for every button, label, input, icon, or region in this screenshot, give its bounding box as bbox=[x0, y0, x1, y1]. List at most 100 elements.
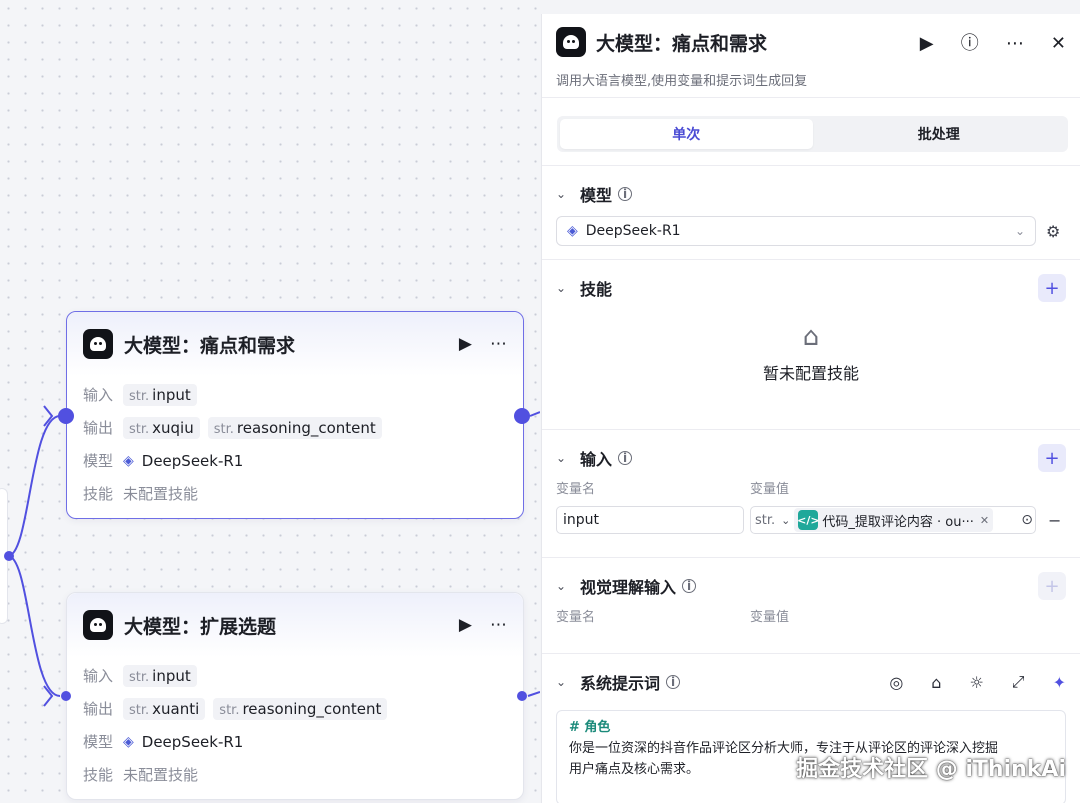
input-section: ⌄ 输入 i + 变量名 变量值 input str. ⌄ </> 代码_提取评… bbox=[542, 429, 1080, 557]
prompt-heading: # 角色 bbox=[569, 720, 611, 735]
remove-icon[interactable]: ✕ bbox=[980, 514, 989, 527]
help-icon[interactable]: ⓘ bbox=[961, 29, 979, 55]
model-select[interactable]: ◈ DeepSeek-R1 ⌄ bbox=[556, 216, 1036, 246]
chevron-down-icon[interactable]: ⌄ bbox=[556, 579, 580, 593]
model-value: DeepSeek-R1 bbox=[141, 451, 244, 470]
edge-to-node1 bbox=[7, 415, 61, 557]
node-input-row: 输入 str. input bbox=[83, 378, 507, 411]
workflow-canvas[interactable]: 大模型：痛点和需求 ▶ ⋯ 输入 str. input 输出 str. xuqiu … bbox=[0, 0, 540, 803]
deepseek-whale-icon: ◈ bbox=[123, 452, 134, 469]
edge-out-1 bbox=[529, 411, 540, 417]
output-tag: str. xuqiu bbox=[123, 416, 200, 439]
gear-icon[interactable]: ⚙ bbox=[1046, 222, 1060, 241]
var-value-input[interactable]: str. ⌄ </> 代码_提取评论内容 · ou··· ✕ ⊙ bbox=[750, 506, 1036, 534]
skill-value: 未配置技能 bbox=[123, 485, 199, 503]
model-select-value: DeepSeek-R1 bbox=[585, 223, 681, 239]
input-tag: str. input bbox=[123, 383, 197, 406]
node-output-row: 输出 str. xuanti str. reasoning_content bbox=[83, 692, 507, 725]
add-input-button[interactable]: + bbox=[1038, 444, 1066, 472]
node-skill-row: 技能 未配置技能 bbox=[83, 477, 507, 510]
skill-label: 技能 bbox=[83, 485, 114, 503]
node-input-row: 输入 str. input bbox=[83, 659, 507, 692]
edge-to-node2 bbox=[7, 555, 61, 697]
node-model-row: 模型 ◈ DeepSeek-R1 bbox=[83, 444, 507, 477]
ref-text: 代码_提取评论内容 · ou··· bbox=[822, 514, 974, 530]
var-name-input[interactable]: input bbox=[556, 506, 744, 534]
more-icon[interactable]: ⋯ bbox=[490, 616, 507, 634]
info-icon[interactable]: i bbox=[618, 187, 633, 201]
input-label: 输入 bbox=[83, 386, 114, 404]
node-model-row: 模型 ◈ DeepSeek-R1 bbox=[83, 725, 507, 758]
llm-logo-icon bbox=[556, 27, 586, 57]
node2-output-port[interactable] bbox=[517, 691, 527, 701]
col-var-value: 变量值 bbox=[750, 482, 790, 497]
node1-input-port[interactable] bbox=[58, 408, 74, 424]
chevron-down-icon: ⌄ bbox=[1014, 224, 1025, 238]
run-icon[interactable]: ▶ bbox=[920, 33, 934, 54]
chevron-down-icon[interactable]: ⌄ bbox=[556, 451, 580, 465]
chevron-down-icon[interactable]: ⌄ bbox=[556, 187, 580, 201]
output-label: 输出 bbox=[83, 419, 114, 437]
run-icon[interactable]: ▶ bbox=[459, 335, 472, 353]
add-skill-button[interactable]: + bbox=[1038, 274, 1066, 302]
skill-value: 未配置技能 bbox=[123, 766, 199, 784]
deepseek-whale-icon: ◈ bbox=[567, 223, 578, 239]
llm-node-pain-points[interactable]: 大模型：痛点和需求 ▶ ⋯ 输入 str. input 输出 str. xuqiu … bbox=[66, 311, 524, 519]
output-tag: str. xuanti bbox=[123, 697, 206, 720]
info-icon[interactable]: i bbox=[666, 675, 681, 689]
vision-input-section: ⌄ 视觉理解输入 i + 变量名 变量值 bbox=[542, 557, 1080, 653]
more-icon[interactable]: ⋯ bbox=[1006, 33, 1024, 54]
run-icon[interactable]: ▶ bbox=[459, 616, 472, 634]
remove-row-icon[interactable]: − bbox=[1048, 511, 1061, 530]
panel-header: 大模型：痛点和需求 ▶ ⓘ ⋯ ✕ 调用大语言模型,使用变量和提示词生成回复 bbox=[542, 14, 1080, 98]
section-title: 系统提示词 bbox=[580, 674, 661, 693]
more-icon[interactable]: ⋯ bbox=[490, 335, 507, 353]
target-icon[interactable]: ⊙ bbox=[1021, 512, 1033, 528]
deepseek-whale-icon: ◈ bbox=[123, 733, 134, 750]
edge-arrow-2 bbox=[43, 685, 54, 707]
edge-arrow-1 bbox=[43, 405, 54, 427]
node-title: 大模型：痛点和需求 bbox=[124, 334, 296, 357]
chevron-down-icon[interactable]: ⌄ bbox=[781, 514, 790, 527]
node1-output-port[interactable] bbox=[514, 408, 530, 424]
panel-title: 大模型：痛点和需求 bbox=[596, 32, 768, 55]
section-title: 输入 bbox=[580, 450, 613, 469]
tab-batch[interactable]: 批处理 bbox=[813, 119, 1066, 149]
panel-description: 调用大语言模型,使用变量和提示词生成回复 bbox=[556, 74, 808, 89]
chevron-down-icon[interactable]: ⌄ bbox=[556, 281, 580, 295]
empty-box-icon: ⌂ bbox=[802, 322, 820, 352]
node-config-panel: 大模型：痛点和需求 ▶ ⓘ ⋯ ✕ 调用大语言模型,使用变量和提示词生成回复 单… bbox=[541, 14, 1080, 803]
input-label: 输入 bbox=[83, 667, 114, 685]
variable-ref-chip[interactable]: </> 代码_提取评论内容 · ou··· ✕ bbox=[794, 508, 994, 532]
section-title: 模型 bbox=[580, 186, 613, 205]
llm-logo-icon bbox=[83, 329, 113, 359]
expand-icon[interactable]: ⤢ bbox=[1012, 672, 1025, 692]
skills-section: ⌄ 技能 + ⌂ 暂未配置技能 bbox=[542, 259, 1080, 429]
model-label: 模型 bbox=[83, 733, 114, 751]
node-header: 大模型：扩展选题 ▶ ⋯ bbox=[67, 593, 523, 657]
node2-input-port[interactable] bbox=[61, 691, 71, 701]
compass-icon[interactable]: ◎ bbox=[889, 673, 903, 692]
model-label: 模型 bbox=[83, 452, 114, 470]
info-icon[interactable]: i bbox=[618, 451, 633, 465]
add-vision-input-button[interactable]: + bbox=[1038, 572, 1066, 600]
chevron-down-icon[interactable]: ⌄ bbox=[556, 675, 580, 689]
close-icon[interactable]: ✕ bbox=[1051, 33, 1066, 54]
skills-empty-text: 暂未配置技能 bbox=[762, 364, 859, 383]
tab-single[interactable]: 单次 bbox=[560, 119, 813, 149]
llm-node-expand-topics[interactable]: 大模型：扩展选题 ▶ ⋯ 输入 str. input 输出 str. xuanti … bbox=[66, 592, 524, 800]
type-select[interactable]: str. bbox=[755, 513, 775, 528]
input-tag: str. input bbox=[123, 664, 197, 687]
node-header: 大模型：痛点和需求 ▶ ⋯ bbox=[67, 312, 523, 376]
edge-out-2 bbox=[527, 691, 540, 697]
output-tag: str. reasoning_content bbox=[207, 416, 382, 439]
node-output-row: 输出 str. xuqiu str. reasoning_content bbox=[83, 411, 507, 444]
col-var-name: 变量名 bbox=[556, 610, 596, 625]
node-title: 大模型：扩展选题 bbox=[124, 615, 277, 638]
skill-label: 技能 bbox=[83, 766, 114, 784]
info-icon[interactable]: i bbox=[682, 579, 697, 593]
edge-origin-port[interactable] bbox=[4, 551, 14, 561]
ai-sparkle-icon[interactable]: ✦ bbox=[1053, 673, 1066, 692]
library-icon[interactable]: ⌂ bbox=[931, 673, 941, 692]
lightbulb-icon[interactable]: ☼ bbox=[969, 673, 983, 692]
